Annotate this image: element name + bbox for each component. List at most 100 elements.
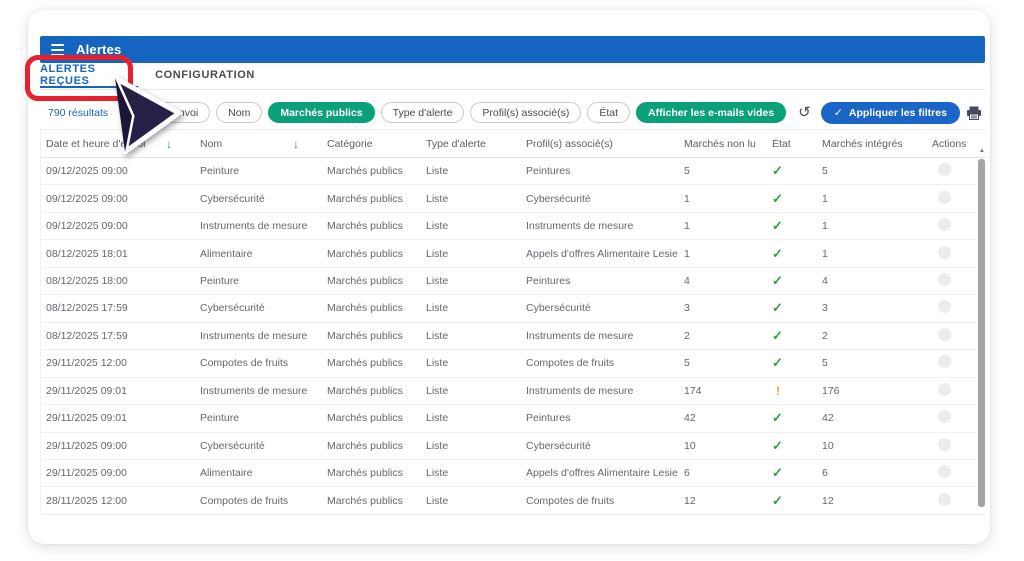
filter-chip-afficher-les-e-mails-vides[interactable]: Afficher les e-mails vides	[636, 102, 786, 123]
printer-icon[interactable]	[966, 106, 982, 120]
cell-integres: 12	[816, 495, 926, 507]
column-header-actions: Actions	[926, 138, 986, 150]
view-eye-icon[interactable]	[938, 191, 951, 204]
sort-arrow-down-icon[interactable]: ↓	[166, 137, 172, 151]
cell-integres: 2	[816, 330, 926, 342]
filter-chip-profil-s-associe-s[interactable]: Profil(s) associé(s)	[470, 102, 581, 123]
filter-chip-type-d-alerte[interactable]: Type d'alerte	[381, 102, 465, 123]
filter-chip-marches-publics[interactable]: Marchés publics	[268, 102, 374, 123]
table-row: 28/11/2025 12:00Compotes de fruitsMarché…	[40, 487, 986, 514]
view-eye-icon[interactable]	[938, 493, 951, 506]
filter-chip-nom[interactable]: Nom	[216, 102, 262, 123]
view-eye-icon[interactable]	[938, 410, 951, 423]
cell-categorie: Marchés publics	[321, 302, 420, 314]
cell-date: 09/12/2025 09:00	[40, 220, 194, 232]
table-row: 29/11/2025 09:01PeintureMarchés publicsL…	[40, 405, 986, 432]
status-check-icon: ✓	[772, 355, 783, 370]
refresh-icon[interactable]: ↺	[798, 105, 811, 120]
cell-date: 29/11/2025 09:00	[40, 467, 194, 479]
cell-date: 09/12/2025 09:00	[40, 193, 194, 205]
cell-integres: 4	[816, 275, 926, 287]
table-row: 29/11/2025 09:00CybersécuritéMarchés pub…	[40, 433, 986, 460]
cell-actions	[926, 438, 986, 454]
column-header-marches-integres: Marchés intégrés	[816, 138, 926, 150]
cell-actions	[926, 273, 986, 289]
cell-profils: Peintures	[520, 165, 678, 177]
status-check-icon: ✓	[772, 163, 783, 178]
cell-categorie: Marchés publics	[321, 357, 420, 369]
view-eye-icon[interactable]	[938, 438, 951, 451]
cell-nom: Cybersécurité	[194, 193, 321, 205]
column-header-etat: État	[766, 138, 816, 150]
cell-categorie: Marchés publics	[321, 248, 420, 260]
cell-status: ✓	[766, 410, 816, 426]
column-header-nom[interactable]: Nom↓	[194, 137, 321, 151]
status-check-icon: ✓	[772, 438, 783, 453]
cell-date: 29/11/2025 09:01	[40, 412, 194, 424]
cell-date: 28/11/2025 12:00	[40, 495, 194, 507]
cell-nom: Cybersécurité	[194, 440, 321, 452]
cell-categorie: Marchés publics	[321, 412, 420, 424]
menu-icon[interactable]	[51, 44, 64, 56]
view-eye-icon[interactable]	[938, 300, 951, 313]
column-header-date-et-heure-d-envoi[interactable]: Date et heure d'envoi↓	[40, 137, 194, 151]
cell-non_lu: 174	[678, 385, 766, 397]
table-row: 08/12/2025 18:00PeintureMarchés publicsL…	[40, 268, 986, 295]
scrollbar-up-arrow[interactable]: ▲	[978, 148, 986, 154]
status-check-icon: ✓	[772, 246, 783, 261]
view-eye-icon[interactable]	[938, 465, 951, 478]
cell-date: 29/11/2025 09:01	[40, 385, 194, 397]
cell-categorie: Marchés publics	[321, 495, 420, 507]
check-icon: ✓	[834, 106, 843, 119]
filter-chip-etat[interactable]: État	[587, 102, 630, 123]
cell-type: Liste	[420, 385, 520, 397]
cell-non_lu: 1	[678, 248, 766, 260]
status-warning-icon: !	[772, 384, 780, 398]
scrollbar[interactable]: ▲	[978, 148, 986, 516]
apply-filters-label: Appliquer les filtres	[849, 107, 947, 119]
view-eye-icon[interactable]	[938, 355, 951, 368]
cell-type: Liste	[420, 495, 520, 507]
cell-profils: Peintures	[520, 275, 678, 287]
cell-status: ✓	[766, 438, 816, 454]
cell-profils: Cybersécurité	[520, 440, 678, 452]
cell-actions	[926, 300, 986, 316]
cell-actions	[926, 355, 986, 371]
cell-categorie: Marchés publics	[321, 330, 420, 342]
active-tab-underline	[40, 86, 138, 88]
cell-integres: 1	[816, 193, 926, 205]
filter-chip-date-d-envoi[interactable]: Date d'envoi	[128, 102, 210, 123]
apply-filters-button[interactable]: ✓ Appliquer les filtres	[821, 102, 960, 124]
cell-non_lu: 5	[678, 165, 766, 177]
app-header: Alertes	[40, 36, 985, 63]
cell-profils: Instruments de mesure	[520, 385, 678, 397]
cell-actions	[926, 163, 986, 179]
table-row: 09/12/2025 09:00Instruments de mesureMar…	[40, 213, 986, 240]
view-eye-icon[interactable]	[938, 383, 951, 396]
status-check-icon: ✓	[772, 410, 783, 425]
column-label: Actions	[932, 138, 966, 150]
cell-date: 08/12/2025 17:59	[40, 330, 194, 342]
status-check-icon: ✓	[772, 273, 783, 288]
tab-configuration[interactable]: CONFIGURATION	[146, 62, 264, 88]
cell-non_lu: 10	[678, 440, 766, 452]
cell-actions	[926, 246, 986, 262]
cell-categorie: Marchés publics	[321, 165, 420, 177]
view-eye-icon[interactable]	[938, 273, 951, 286]
cell-non_lu: 6	[678, 467, 766, 479]
view-eye-icon[interactable]	[938, 218, 951, 231]
cell-date: 29/11/2025 12:00	[40, 357, 194, 369]
cell-status: ✓	[766, 328, 816, 344]
sort-arrow-down-icon[interactable]: ↓	[293, 137, 299, 151]
cell-non_lu: 1	[678, 220, 766, 232]
view-eye-icon[interactable]	[938, 163, 951, 176]
status-check-icon: ✓	[772, 328, 783, 343]
cell-status: ✓	[766, 218, 816, 234]
view-eye-icon[interactable]	[938, 328, 951, 341]
cell-non_lu: 3	[678, 302, 766, 314]
tab-alertes-recues[interactable]: ALERTES REÇUES	[40, 62, 138, 88]
scrollbar-thumb[interactable]	[978, 159, 985, 507]
cell-nom: Compotes de fruits	[194, 357, 321, 369]
view-eye-icon[interactable]	[938, 246, 951, 259]
column-header-marches-non-lu: Marchés non lu	[678, 138, 766, 150]
